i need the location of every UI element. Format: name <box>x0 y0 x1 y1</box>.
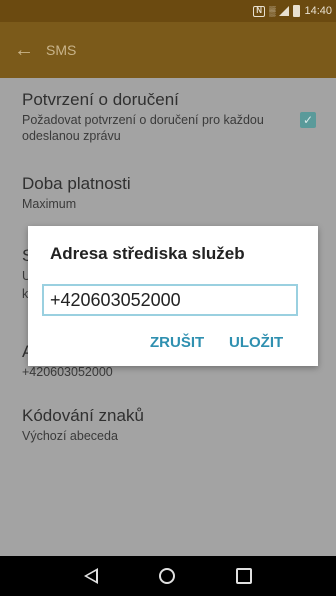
app-bar-title: SMS <box>46 42 77 58</box>
arrow-left-icon[interactable]: ← <box>14 39 34 62</box>
setting-summary: Výchozí abeceda <box>22 429 118 443</box>
dialog-title: Adresa střediska služeb <box>50 244 245 263</box>
home-icon[interactable] <box>158 568 175 584</box>
setting-title: Kódování znaků <box>22 406 144 425</box>
setting-title: Doba platnosti <box>22 174 131 193</box>
service-center-input[interactable] <box>42 284 298 316</box>
service-center-dialog: Adresa střediska služeb ZRUŠIT ULOŽIT <box>28 226 318 366</box>
recents-icon[interactable] <box>235 568 252 584</box>
battery-icon <box>293 5 301 17</box>
save-button[interactable]: ULOŽIT <box>229 334 283 351</box>
cancel-button[interactable]: ZRUŠIT <box>150 334 204 351</box>
nfc-icon: N <box>253 5 266 17</box>
signal-icon <box>279 6 290 16</box>
back-icon[interactable] <box>84 568 99 584</box>
status-time: 14:40 <box>304 5 332 17</box>
sim-icon: ▒ <box>269 6 276 16</box>
setting-delivery-report[interactable]: Potvrzení o doručení Požadovat potvrzení… <box>22 90 312 144</box>
setting-summary: Maximum <box>22 197 77 211</box>
delivery-report-checkbox[interactable]: ✓ <box>300 112 316 128</box>
status-bar: N ▒ 14:40 <box>0 0 336 22</box>
setting-summary: Požadovat potvrzení o doručení pro každo… <box>22 113 264 143</box>
navigation-bar <box>0 556 336 596</box>
setting-character-encoding[interactable]: Kódování znaků Výchozí abeceda <box>22 406 312 444</box>
setting-validity-period[interactable]: Doba platnosti Maximum <box>22 174 312 212</box>
setting-summary: +420603052000 <box>22 365 113 379</box>
setting-title: Potvrzení o doručení <box>22 90 179 109</box>
app-bar: ← SMS <box>0 22 336 78</box>
